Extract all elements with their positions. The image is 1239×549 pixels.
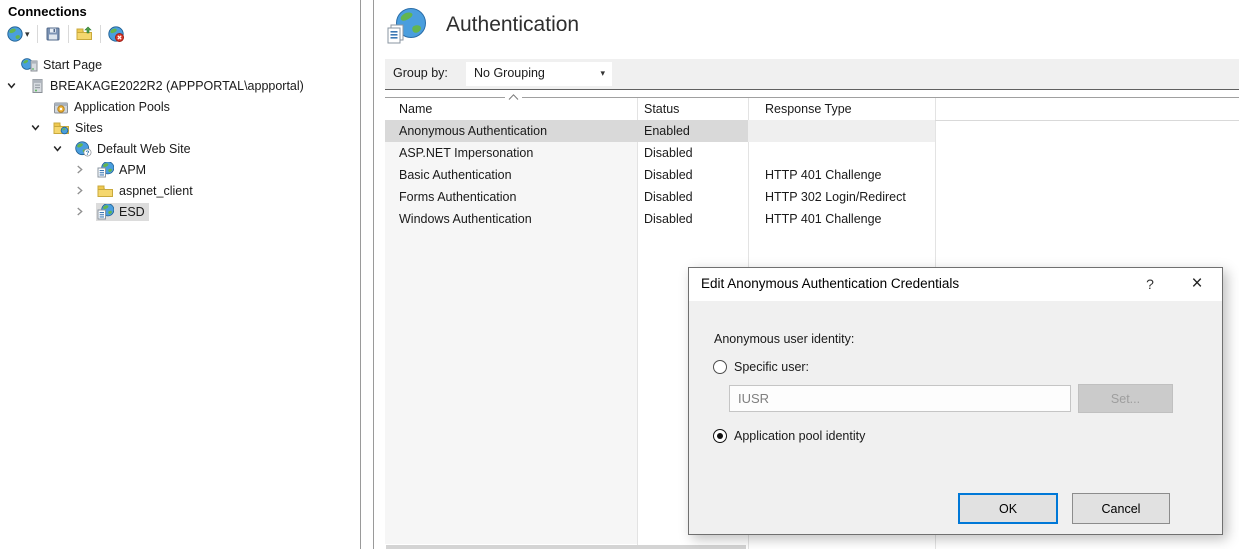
- edit-anonymous-credentials-dialog: Edit Anonymous Authentication Credential…: [688, 267, 1223, 535]
- app-pool-identity-radio[interactable]: [713, 429, 727, 443]
- chevron-down-icon: ▾: [600, 68, 605, 79]
- tree-item-label: APM: [119, 163, 146, 177]
- chevron-expanded-icon[interactable]: [28, 120, 52, 136]
- username-field: [729, 385, 1071, 412]
- app-pool-identity-label[interactable]: Application pool identity: [734, 429, 865, 443]
- cell-status: Disabled: [637, 208, 748, 230]
- server-icon: [29, 78, 45, 94]
- row-windows-authentication[interactable]: Windows AuthenticationDisabledHTTP 401 C…: [385, 208, 1239, 230]
- group-by-value: No Grouping: [474, 66, 545, 80]
- folder-icon: [97, 183, 114, 199]
- tree-item-aspnet-client[interactable]: aspnet_client: [0, 180, 360, 201]
- ok-button[interactable]: OK: [958, 493, 1058, 524]
- tree-item-label: aspnet_client: [119, 184, 193, 198]
- identity-label: Anonymous user identity:: [714, 332, 854, 346]
- cell-name: ASP.NET Impersonation: [385, 142, 637, 164]
- specific-user-radio[interactable]: [713, 360, 727, 374]
- column-header-status[interactable]: Status: [637, 98, 748, 120]
- row-anonymous-authentication[interactable]: Anonymous AuthenticationEnabled: [385, 120, 1239, 142]
- cell-status: Disabled: [637, 142, 748, 164]
- cell-name: Anonymous Authentication: [385, 120, 637, 142]
- toolbar-separator: [100, 25, 101, 43]
- import-icon[interactable]: [74, 25, 95, 43]
- page-title: Authentication: [446, 13, 579, 37]
- iis-manager-window: Connections ▾ Start Page BREAKAGE2022R2 (…: [0, 0, 1239, 549]
- tree-item-label: Sites: [75, 121, 103, 135]
- connections-panel-title: Connections: [0, 0, 360, 21]
- cancel-button[interactable]: Cancel: [1072, 493, 1170, 524]
- app-pools-icon: [53, 99, 69, 115]
- row-basic-authentication[interactable]: Basic AuthenticationDisabledHTTP 401 Cha…: [385, 164, 1239, 186]
- column-header-name[interactable]: Name: [385, 98, 637, 120]
- close-icon[interactable]: ×: [1177, 268, 1217, 300]
- authentication-feature-icon: [387, 6, 429, 53]
- chevron-expanded-icon[interactable]: [50, 141, 74, 157]
- chevron-collapsed-icon[interactable]: [72, 162, 96, 178]
- tree-item-sites[interactable]: Sites: [0, 117, 360, 138]
- authentication-list: Anonymous AuthenticationEnabledASP.NET I…: [385, 120, 1239, 230]
- connections-panel: Connections ▾ Start Page BREAKAGE2022R2 (…: [0, 0, 361, 549]
- group-by-label: Group by:: [393, 66, 448, 80]
- specific-user-label[interactable]: Specific user:: [734, 360, 809, 374]
- tree-item-esd[interactable]: ESD: [0, 201, 360, 222]
- disconnect-icon[interactable]: [106, 25, 126, 43]
- svg-text:?: ?: [86, 151, 90, 157]
- cell-name: Windows Authentication: [385, 208, 637, 230]
- save-connections-icon[interactable]: [43, 25, 63, 43]
- list-header: NameStatusResponse Type: [385, 97, 1239, 121]
- application-icon: [97, 204, 114, 220]
- sort-ascending-icon: [505, 93, 522, 100]
- cell-status: Disabled: [637, 186, 748, 208]
- application-icon: [97, 162, 114, 178]
- tree-item-default-web-site[interactable]: ? Default Web Site: [0, 138, 360, 159]
- cell-status: Enabled: [637, 120, 748, 142]
- tree-item-label: ESD: [119, 205, 145, 219]
- help-button[interactable]: ?: [1133, 268, 1167, 300]
- set-button: Set...: [1078, 384, 1173, 413]
- website-icon: ?: [75, 141, 92, 157]
- group-by-dropdown[interactable]: No Grouping ▾: [466, 62, 612, 86]
- tree-item-apm[interactable]: APM: [0, 159, 360, 180]
- chevron-collapsed-icon[interactable]: [72, 183, 96, 199]
- tree-item-label: Application Pools: [74, 100, 170, 114]
- tree-item-label: BREAKAGE2022R2 (APPPORTAL\appportal): [50, 79, 304, 93]
- cell-response-type: [748, 120, 935, 142]
- cell-response-type: HTTP 302 Login/Redirect: [748, 186, 935, 208]
- create-connection-icon[interactable]: ▾: [5, 25, 32, 43]
- tree-item-label: Start Page: [43, 58, 102, 72]
- cell-response-type: [748, 142, 935, 164]
- toolbar-separator: [37, 25, 38, 43]
- chevron-expanded-icon[interactable]: [4, 78, 28, 94]
- cell-response-type: HTTP 401 Challenge: [748, 164, 935, 186]
- chevron-down-icon: ▾: [25, 29, 30, 40]
- cell-response-type: HTTP 401 Challenge: [748, 208, 935, 230]
- column-header-response-type[interactable]: Response Type: [748, 98, 935, 120]
- connections-tree: Start Page BREAKAGE2022R2 (APPPORTAL\appp…: [0, 54, 360, 222]
- row-forms-authentication[interactable]: Forms AuthenticationDisabledHTTP 302 Log…: [385, 186, 1239, 208]
- cell-name: Basic Authentication: [385, 164, 637, 186]
- tree-item-breakage2022r2-appportal-appportal[interactable]: BREAKAGE2022R2 (APPPORTAL\appportal): [0, 75, 360, 96]
- toolbar-separator: [68, 25, 69, 43]
- cell-name: Forms Authentication: [385, 186, 637, 208]
- dialog-title: Edit Anonymous Authentication Credential…: [701, 276, 959, 291]
- cell-status: Disabled: [637, 164, 748, 186]
- row-asp-net-impersonation[interactable]: ASP.NET ImpersonationDisabled: [385, 142, 1239, 164]
- chevron-spacer: [28, 99, 52, 115]
- dialog-titlebar: Edit Anonymous Authentication Credential…: [689, 268, 1222, 301]
- list-bottom-edge: [386, 545, 746, 549]
- connections-toolbar: ▾: [0, 21, 360, 47]
- tree-item-label: Default Web Site: [97, 142, 191, 156]
- chevron-collapsed-icon[interactable]: [72, 204, 96, 220]
- sites-folder-icon: [53, 120, 70, 136]
- tree-item-application-pools[interactable]: Application Pools: [0, 96, 360, 117]
- start-page-icon: [21, 57, 38, 73]
- tree-item-start-page[interactable]: Start Page: [0, 54, 360, 75]
- group-by-toolbar: Group by: No Grouping ▾: [385, 59, 1239, 90]
